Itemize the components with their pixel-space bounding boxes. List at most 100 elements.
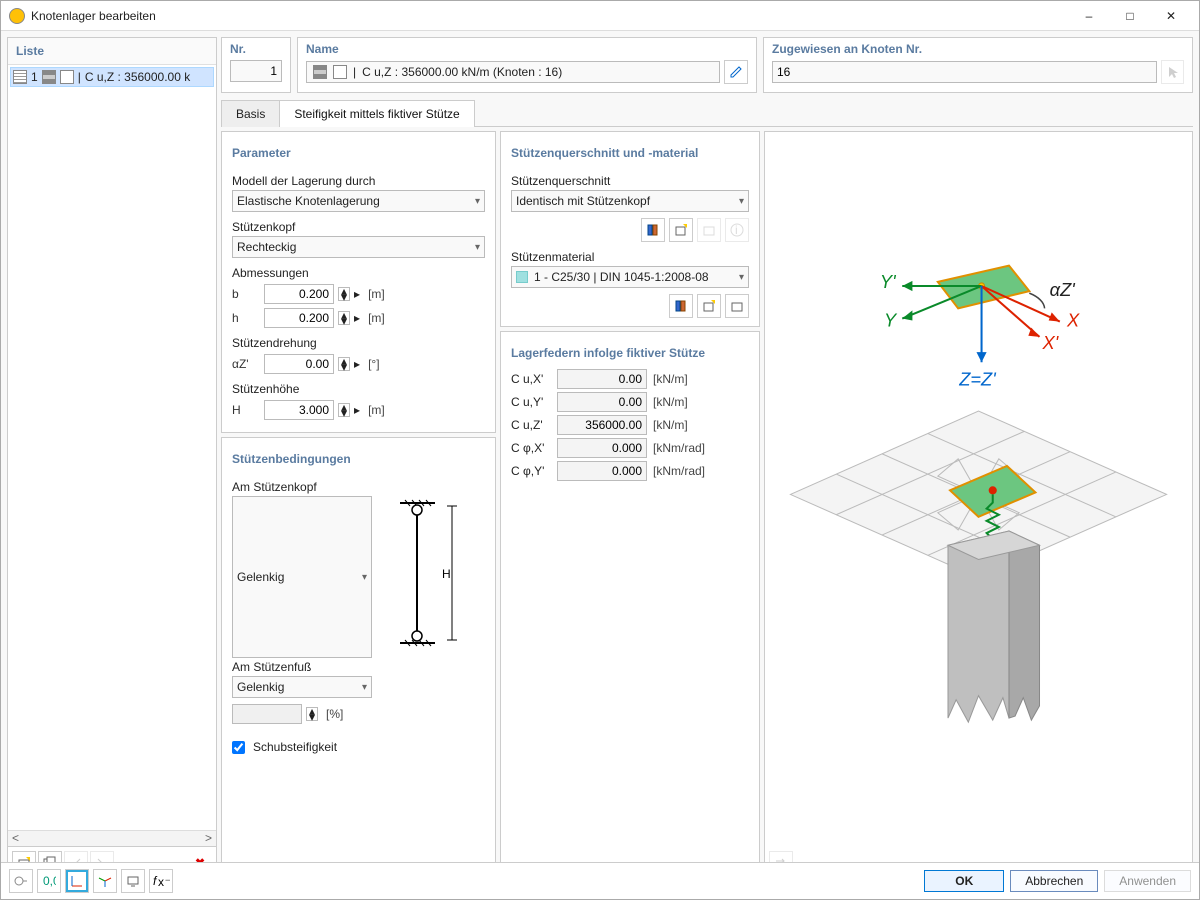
icon-button-3 xyxy=(64,851,88,862)
svg-text:Y': Y' xyxy=(880,271,897,292)
H-input[interactable] xyxy=(264,400,334,420)
window-title: Knotenlager bearbeiten xyxy=(31,9,156,23)
column-diagram: H xyxy=(380,488,470,658)
copy-item-button[interactable] xyxy=(38,851,62,862)
view-flip-button xyxy=(769,851,793,862)
edit-name-button[interactable] xyxy=(724,60,748,84)
new-icon xyxy=(702,299,716,313)
chevron-down-icon: ▾ xyxy=(739,196,744,207)
nr-input[interactable] xyxy=(230,60,282,82)
3d-viewport[interactable]: X X' Y Y' xyxy=(765,132,1192,847)
swap-icon xyxy=(774,856,788,862)
chevron-down-icon: ▾ xyxy=(475,242,480,253)
shear-label: Schubsteifigkeit xyxy=(253,740,337,754)
info-icon: i xyxy=(730,223,744,237)
height-label: Stützenhöhe xyxy=(232,382,485,396)
H-spinner[interactable]: ▴▾ xyxy=(338,403,350,417)
maximize-button[interactable]: □ xyxy=(1110,1,1150,31)
units-button[interactable]: 0,00 xyxy=(37,869,61,893)
folder-icon xyxy=(702,223,716,237)
b-spinner[interactable]: ▴▾ xyxy=(338,287,350,301)
spring-CuY-input xyxy=(557,392,647,412)
viewport-svg: X X' Y Y' xyxy=(765,132,1192,847)
b-input[interactable] xyxy=(264,284,334,304)
spring-CphiY-input xyxy=(557,461,647,481)
library-button[interactable] xyxy=(641,218,665,242)
springs-header: Lagerfedern infolge fiktiver Stütze xyxy=(511,340,749,366)
svg-text:0,00: 0,00 xyxy=(43,874,56,888)
new-mat-button[interactable] xyxy=(697,294,721,318)
alpha-symbol: αZ' xyxy=(232,357,256,371)
svg-text:X: X xyxy=(1066,310,1080,331)
axes-icon xyxy=(70,874,84,888)
spring-CuX-input xyxy=(557,369,647,389)
mat-library-button[interactable] xyxy=(669,294,693,318)
function-button[interactable]: fx→ xyxy=(149,869,173,893)
material-color-icon xyxy=(516,271,528,283)
rotation-label: Stützendrehung xyxy=(232,336,485,350)
spring-row: C φ,Y'[kNm/rad] xyxy=(511,461,749,481)
chevron-down-icon: ▾ xyxy=(362,572,367,583)
assigned-input[interactable] xyxy=(772,61,1157,83)
ok-button[interactable]: OK xyxy=(924,870,1004,892)
list-item-desc: C u,Z : 356000.00 k xyxy=(85,70,190,84)
title-bar: Knotenlager bearbeiten – □ ✕ xyxy=(1,1,1199,31)
tab-basis[interactable]: Basis xyxy=(221,100,280,127)
bot-cond-select[interactable]: Gelenkig ▾ xyxy=(232,676,372,698)
fx-icon: fx→ xyxy=(152,874,170,888)
list-item[interactable]: 1 | C u,Z : 356000.00 k xyxy=(10,67,214,87)
tab-stiffness[interactable]: Steifigkeit mittels fiktiver Stütze xyxy=(279,100,474,127)
h-spinner[interactable]: ▴▾ xyxy=(338,311,350,325)
shear-checkbox[interactable] xyxy=(232,741,245,754)
top-cond-select[interactable]: Gelenkig ▾ xyxy=(232,496,372,658)
nr-label: Nr. xyxy=(230,42,282,56)
help-button[interactable] xyxy=(9,869,33,893)
delete-item-button[interactable]: ✖ xyxy=(188,851,212,862)
new-section-icon xyxy=(674,223,688,237)
spring-CuZ-input xyxy=(557,415,647,435)
head-label: Stützenkopf xyxy=(232,220,485,234)
svg-text:αZ': αZ' xyxy=(1050,279,1077,300)
icon-button-4 xyxy=(90,851,114,862)
mat-select[interactable]: 1 - C25/30 | DIN 1045-1:2008-08 ▾ xyxy=(511,266,749,288)
alpha-input[interactable] xyxy=(264,354,334,374)
horizontal-scrollbar[interactable]: <> xyxy=(8,830,216,846)
svg-text:Z=Z': Z=Z' xyxy=(958,369,997,390)
head-select[interactable]: Rechteckig ▾ xyxy=(232,236,485,258)
pct-input xyxy=(232,704,302,724)
h-symbol: h xyxy=(232,311,256,325)
mat-label: Stützenmaterial xyxy=(511,250,749,264)
b-unit: [m] xyxy=(368,287,385,301)
info-cs-button: i xyxy=(725,218,749,242)
chevron-down-icon: ▾ xyxy=(475,196,480,207)
key-icon xyxy=(14,874,28,888)
units-icon: 0,00 xyxy=(42,874,56,888)
axes-button[interactable] xyxy=(65,869,89,893)
folder-icon xyxy=(730,299,744,313)
local-axes-button[interactable] xyxy=(93,869,117,893)
spring-row: C φ,X'[kNm/rad] xyxy=(511,438,749,458)
cancel-button[interactable]: Abbrechen xyxy=(1010,870,1098,892)
alpha-unit: [°] xyxy=(368,357,379,371)
type-swatch-icon xyxy=(313,65,327,79)
close-button[interactable]: ✕ xyxy=(1151,1,1191,31)
list-header: Liste xyxy=(8,38,216,65)
H-symbol: H xyxy=(232,403,256,417)
h-input[interactable] xyxy=(264,308,334,328)
cs-label: Stützenquerschnitt xyxy=(511,174,749,188)
new-cs-button[interactable] xyxy=(669,218,693,242)
spring-row: C u,Y'[kN/m] xyxy=(511,392,749,412)
list-item-number: 1 xyxy=(31,70,38,84)
open-mat-button[interactable] xyxy=(725,294,749,318)
name-field[interactable]: | C u,Z : 356000.00 kN/m (Knoten : 16) xyxy=(306,61,720,83)
cs-select[interactable]: Identisch mit Stützenkopf ▾ xyxy=(511,190,749,212)
model-select[interactable]: Elastische Knotenlagerung ▾ xyxy=(232,190,485,212)
book-icon xyxy=(646,223,660,237)
new-item-button[interactable] xyxy=(12,851,36,862)
chevron-down-icon: ▾ xyxy=(739,272,744,283)
render-button[interactable] xyxy=(121,869,145,893)
type-swatch-icon xyxy=(42,70,56,84)
alpha-spinner[interactable]: ▴▾ xyxy=(338,357,350,371)
model-label: Modell der Lagerung durch xyxy=(232,174,485,188)
minimize-button[interactable]: – xyxy=(1069,1,1109,31)
